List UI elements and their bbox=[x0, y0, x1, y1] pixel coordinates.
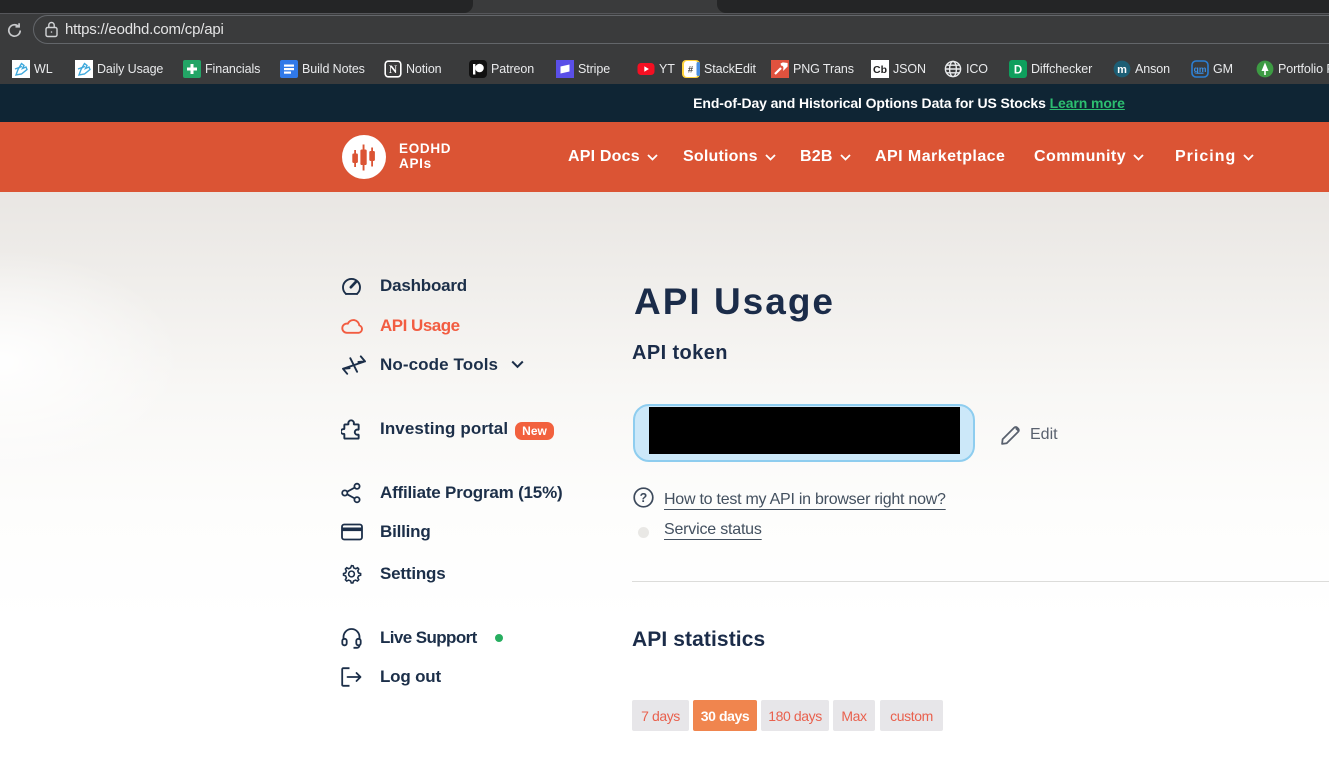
svg-text:m: m bbox=[1117, 64, 1127, 76]
svg-text:N: N bbox=[389, 64, 398, 76]
svg-text:gm: gm bbox=[1194, 64, 1207, 74]
svg-text:Cb: Cb bbox=[873, 64, 887, 76]
svg-text:D: D bbox=[1014, 65, 1022, 77]
svg-text:?: ? bbox=[640, 491, 648, 505]
svg-text:#: # bbox=[688, 65, 694, 76]
